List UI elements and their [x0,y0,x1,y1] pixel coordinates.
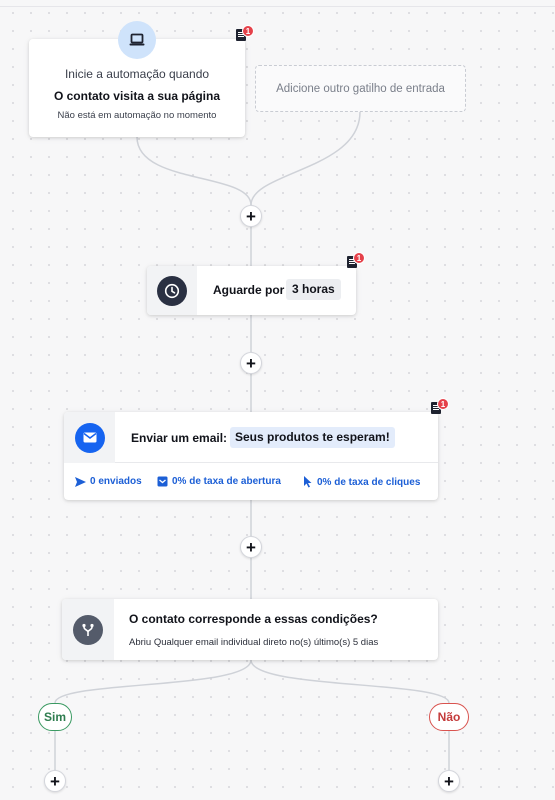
branch-no[interactable]: Não [429,703,469,731]
add-entry-trigger-button[interactable]: Adicione outro gatilho de entrada [255,65,466,112]
send-email-card[interactable]: Enviar um email: Seus produtos te espera… [64,412,438,500]
email-icon-area [64,412,115,463]
notes-count: 1 [437,398,449,410]
wait-label: Aguarde por [213,283,285,297]
email-action-label: Enviar um email: [131,431,228,445]
condition-title: O contato corresponde a essas condições? [129,612,378,626]
condition-icon-area [62,599,114,660]
email-subject[interactable]: Seus produtos te esperam! [230,427,395,448]
send-icon [75,476,86,487]
notes-badge[interactable]: 1 [431,398,449,416]
wait-duration[interactable]: 3 horas [286,279,341,300]
wait-step-card[interactable]: Aguarde por 3 horas [147,266,356,315]
notes-count: 1 [353,252,365,264]
stat-open-rate-label: 0% de taxa de abertura [172,476,281,487]
condition-card[interactable]: O contato corresponde a essas condições?… [62,599,438,660]
stat-click-rate[interactable]: 0% de taxa de cliques [303,476,420,488]
wait-icon-area [147,266,197,315]
trigger-card[interactable]: Inicie a automação quando O contato visi… [29,21,245,137]
envelope-icon [74,422,105,453]
add-step-button[interactable]: + [240,205,262,227]
laptop-icon [118,21,156,59]
stat-click-rate-label: 0% de taxa de cliques [317,476,421,488]
branch-icon [73,614,103,645]
trigger-event: O contato visita a sua página [53,89,221,103]
branch-yes[interactable]: Sim [38,703,72,731]
notes-count: 1 [242,25,254,37]
notes-badge[interactable]: 1 [236,25,254,43]
cursor-icon [304,476,312,488]
email-card-header: Enviar um email: Seus produtos te espera… [64,412,438,463]
add-step-button[interactable]: + [438,770,460,792]
stat-sent-label: 0 enviados [90,476,142,487]
open-mail-icon [157,476,168,487]
trigger-condition: Não está em automação no momento [57,110,217,121]
add-step-button[interactable]: + [240,352,262,374]
stat-open-rate[interactable]: 0% de taxa de abertura [157,476,281,487]
condition-description: Abriu Qualquer email individual direto n… [129,637,379,648]
stat-sent[interactable]: 0 enviados [75,476,142,487]
add-step-button[interactable]: + [240,536,262,558]
notes-badge[interactable]: 1 [347,252,365,270]
clock-icon [157,275,187,306]
trigger-heading: Inicie a automação quando [64,67,210,81]
add-step-button[interactable]: + [44,770,66,792]
